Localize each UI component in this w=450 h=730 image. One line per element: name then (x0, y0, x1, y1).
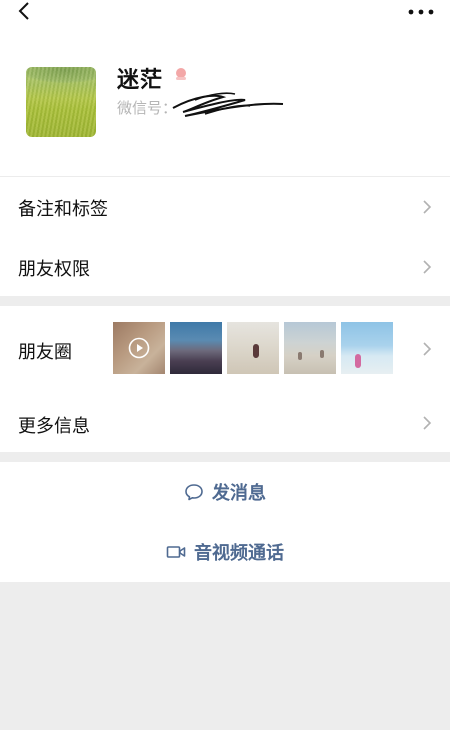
contact-nickname: 迷茫 (117, 68, 164, 93)
contact-profile-screen: 迷茫 微信号： 备注和标签 朋友权限 朋友圈 更多信息 发消息 音视频通话 (0, 0, 450, 730)
friend-permissions-row[interactable]: 朋友权限 (0, 236, 450, 296)
redaction-scribble (172, 92, 284, 117)
moments-thumbnail (284, 322, 336, 374)
send-message-button[interactable]: 发消息 (0, 462, 450, 522)
remark-and-tags-row[interactable]: 备注和标签 (0, 176, 450, 236)
moments-thumbnail (170, 322, 222, 374)
chevron-right-icon (423, 342, 432, 356)
profile-card: 迷茫 微信号： (0, 0, 450, 176)
chat-bubble-icon (185, 484, 203, 501)
more-info-row[interactable]: 更多信息 (0, 392, 450, 452)
video-call-button[interactable]: 音视频通话 (0, 522, 450, 582)
send-message-label: 发消息 (212, 483, 266, 504)
moments-label: 朋友圈 (18, 342, 72, 363)
chevron-left-icon (18, 2, 29, 20)
chevron-right-icon (423, 200, 432, 214)
moments-thumbnail-video (113, 322, 165, 374)
avatar[interactable] (26, 67, 96, 137)
video-call-label: 音视频通话 (194, 543, 284, 564)
moments-thumbnail (341, 322, 393, 374)
more-options-button[interactable] (406, 4, 436, 18)
remark-and-tags-label: 备注和标签 (18, 199, 108, 220)
moments-thumbnail (227, 322, 279, 374)
back-button[interactable] (10, 0, 40, 26)
more-info-label: 更多信息 (18, 416, 90, 437)
chevron-right-icon (423, 416, 432, 430)
moments-row[interactable]: 朋友圈 (0, 306, 450, 392)
female-gender-icon (176, 68, 186, 80)
play-icon (128, 337, 150, 359)
friend-permissions-label: 朋友权限 (18, 259, 90, 280)
video-camera-icon (166, 546, 186, 558)
more-dots-icon (408, 9, 434, 15)
chevron-right-icon (423, 260, 432, 274)
